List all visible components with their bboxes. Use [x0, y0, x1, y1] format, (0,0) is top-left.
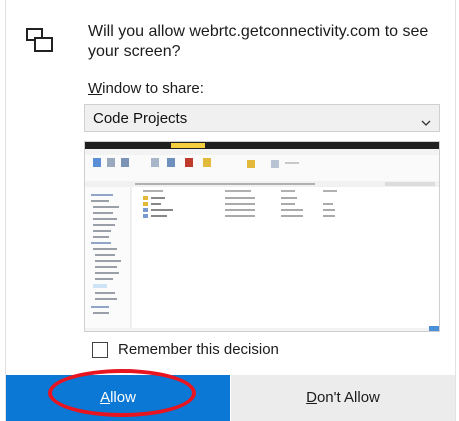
window-to-share-label: Window to share: — [88, 80, 204, 97]
window-label-text: indow to share: — [102, 80, 204, 97]
dont-allow-label-text: on't Allow — [316, 389, 380, 406]
allow-button-label: Allow — [100, 389, 136, 406]
allow-accesskey: A — [100, 389, 111, 406]
screen-share-dialog: Will you allow webrtc.getconnectivity.co… — [5, 0, 456, 421]
window-select-value: Code Projects — [93, 110, 188, 127]
window-select[interactable]: Code Projects — [84, 104, 440, 132]
screen-share-icon — [26, 28, 54, 54]
window-preview — [84, 141, 440, 332]
allow-button[interactable]: Allow — [6, 375, 230, 421]
file-explorer-thumbnail — [85, 142, 439, 331]
remember-label: Remember this decision — [118, 341, 279, 358]
chevron-down-icon — [421, 114, 431, 126]
window-label-accesskey: W — [88, 80, 103, 97]
remember-checkbox[interactable] — [92, 342, 108, 358]
dont-allow-accesskey: D — [306, 389, 317, 406]
dont-allow-button-label: Don't Allow — [306, 389, 380, 406]
dont-allow-button[interactable]: Don't Allow — [231, 375, 455, 421]
share-prompt-text: Will you allow webrtc.getconnectivity.co… — [88, 23, 429, 60]
allow-label-text: llow — [110, 389, 136, 406]
